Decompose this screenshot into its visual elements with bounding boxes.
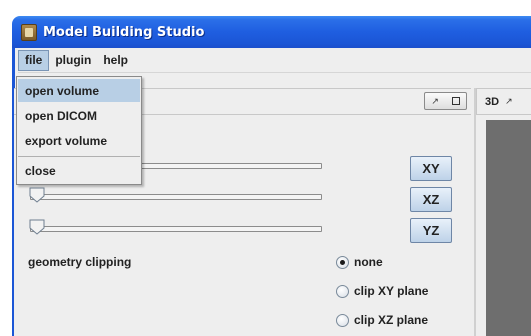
menu-open-volume[interactable]: open volume [18,79,140,102]
maximize-icon[interactable] [451,97,460,105]
slider-xz-track[interactable] [30,194,322,200]
menubar: file plugin help [18,48,531,73]
view-3d-viewport[interactable] [486,120,531,336]
slider-xz-thumb[interactable] [29,187,45,203]
radio-clip-xz-label: clip XZ plane [354,313,429,327]
yz-button[interactable]: YZ [410,218,452,243]
view-3d-header: 3D ↗ [476,88,531,115]
geometry-clipping-label: geometry clipping [28,255,132,269]
xy-button[interactable]: XY [410,156,452,181]
menu-file[interactable]: file [18,49,50,71]
menu-plugin[interactable]: plugin [49,50,97,71]
clip-option-xz[interactable]: clip XZ plane [336,313,428,327]
clip-option-none[interactable]: none [336,255,383,269]
slider-yz-track[interactable] [30,226,322,232]
view-3d-tab-label: 3D [485,95,500,108]
radio-clip-xz[interactable] [336,313,349,327]
xz-button[interactable]: XZ [410,187,452,212]
menu-open-dicom[interactable]: open DICOM [18,104,140,127]
clip-option-xy[interactable]: clip XY plane [336,284,428,298]
radio-none-label: none [354,255,383,269]
pin-icon[interactable]: ↗ [431,96,439,107]
view-3d-pin-icon[interactable]: ↗ [505,96,513,107]
menu-help[interactable]: help [97,50,134,71]
file-menu-dropdown: open volume open DICOM export volume clo… [16,76,142,185]
menu-close[interactable]: close [18,159,140,182]
window-title: Model Building Studio [43,24,205,40]
radio-clip-xy-label: clip XY plane [354,284,429,298]
radio-none[interactable] [336,255,349,269]
app-icon [21,23,37,41]
panel-divider[interactable] [474,88,476,336]
slice-panel-window-buttons: ↗ [424,92,467,110]
title-bar[interactable]: Model Building Studio [12,16,531,48]
slider-yz-thumb[interactable] [29,219,45,235]
radio-clip-xy[interactable] [336,284,349,298]
menu-separator [18,156,140,157]
menu-export-volume[interactable]: export volume [18,129,140,152]
